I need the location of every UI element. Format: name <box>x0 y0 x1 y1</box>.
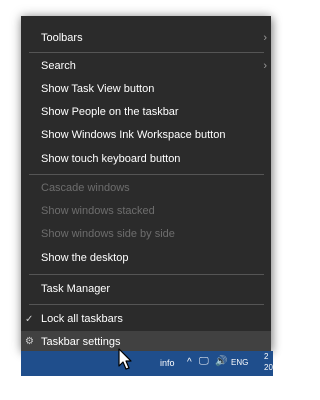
menu-item-taskbar-settings[interactable]: ⚙ Taskbar settings <box>21 331 271 353</box>
menu-item-show-ink-workspace[interactable]: Show Windows Ink Workspace button <box>21 124 271 147</box>
menu-item-show-touch-keyboard[interactable]: Show touch keyboard button <box>21 148 271 171</box>
clock-time-partial: 2 <box>264 352 269 361</box>
gear-icon: ⚙ <box>25 336 34 347</box>
menu-item-label: Show windows stacked <box>41 205 155 217</box>
clock-date-partial: 20 <box>264 363 273 372</box>
menu-item-show-windows-stacked: Show windows stacked <box>21 200 271 223</box>
menu-item-label: Show Task View button <box>41 83 155 95</box>
menu-item-label: Show Windows Ink Workspace button <box>41 129 226 141</box>
menu-item-lock-all-taskbars[interactable]: ✓ Lock all taskbars <box>21 308 271 331</box>
taskbar-info-text[interactable]: info <box>160 358 175 368</box>
menu-item-show-desktop[interactable]: Show the desktop <box>21 247 271 270</box>
menu-separator <box>29 52 264 53</box>
menu-item-label: Search <box>41 60 76 72</box>
clock[interactable]: 2 20 <box>264 351 273 376</box>
chevron-up-icon[interactable]: ^ <box>187 357 192 368</box>
menu-item-label: Toolbars <box>41 32 83 44</box>
volume-icon[interactable]: 🔊 <box>215 356 227 367</box>
menu-item-label: Show windows side by side <box>41 228 175 240</box>
menu-separator <box>29 174 264 175</box>
menu-item-search[interactable]: Search › <box>21 55 271 78</box>
submenu-arrow-icon: › <box>263 32 267 44</box>
menu-separator <box>29 274 264 275</box>
menu-item-label: Task Manager <box>41 283 111 295</box>
taskbar: info ^ 🖵 🔊 ENG 2 20 <box>21 351 273 376</box>
checkmark-icon: ✓ <box>25 314 34 325</box>
menu-item-label: Show touch keyboard button <box>41 153 181 165</box>
screenshot-stage: Toolbars › Search › Show Task View butto… <box>0 0 294 400</box>
network-icon[interactable]: 🖵 <box>199 356 209 367</box>
menu-item-cascade-windows: Cascade windows <box>21 177 271 200</box>
menu-item-label: Show the desktop <box>41 252 129 264</box>
mouse-cursor-icon <box>118 348 132 370</box>
menu-item-show-task-view[interactable]: Show Task View button <box>21 78 271 101</box>
menu-item-show-windows-side-by-side: Show windows side by side <box>21 223 271 246</box>
menu-item-task-manager[interactable]: Task Manager <box>21 278 271 301</box>
menu-item-show-people[interactable]: Show People on the taskbar <box>21 101 271 124</box>
language-indicator[interactable]: ENG <box>231 358 248 367</box>
menu-item-label: Lock all taskbars <box>41 313 123 325</box>
menu-item-toolbars[interactable]: Toolbars › <box>21 27 271 50</box>
menu-item-label: Show People on the taskbar <box>41 106 179 118</box>
menu-item-label: Taskbar settings <box>41 336 121 348</box>
submenu-arrow-icon: › <box>263 60 267 72</box>
menu-item-label: Cascade windows <box>41 182 130 194</box>
taskbar-context-menu: Toolbars › Search › Show Task View butto… <box>21 16 271 353</box>
menu-separator <box>29 304 264 305</box>
